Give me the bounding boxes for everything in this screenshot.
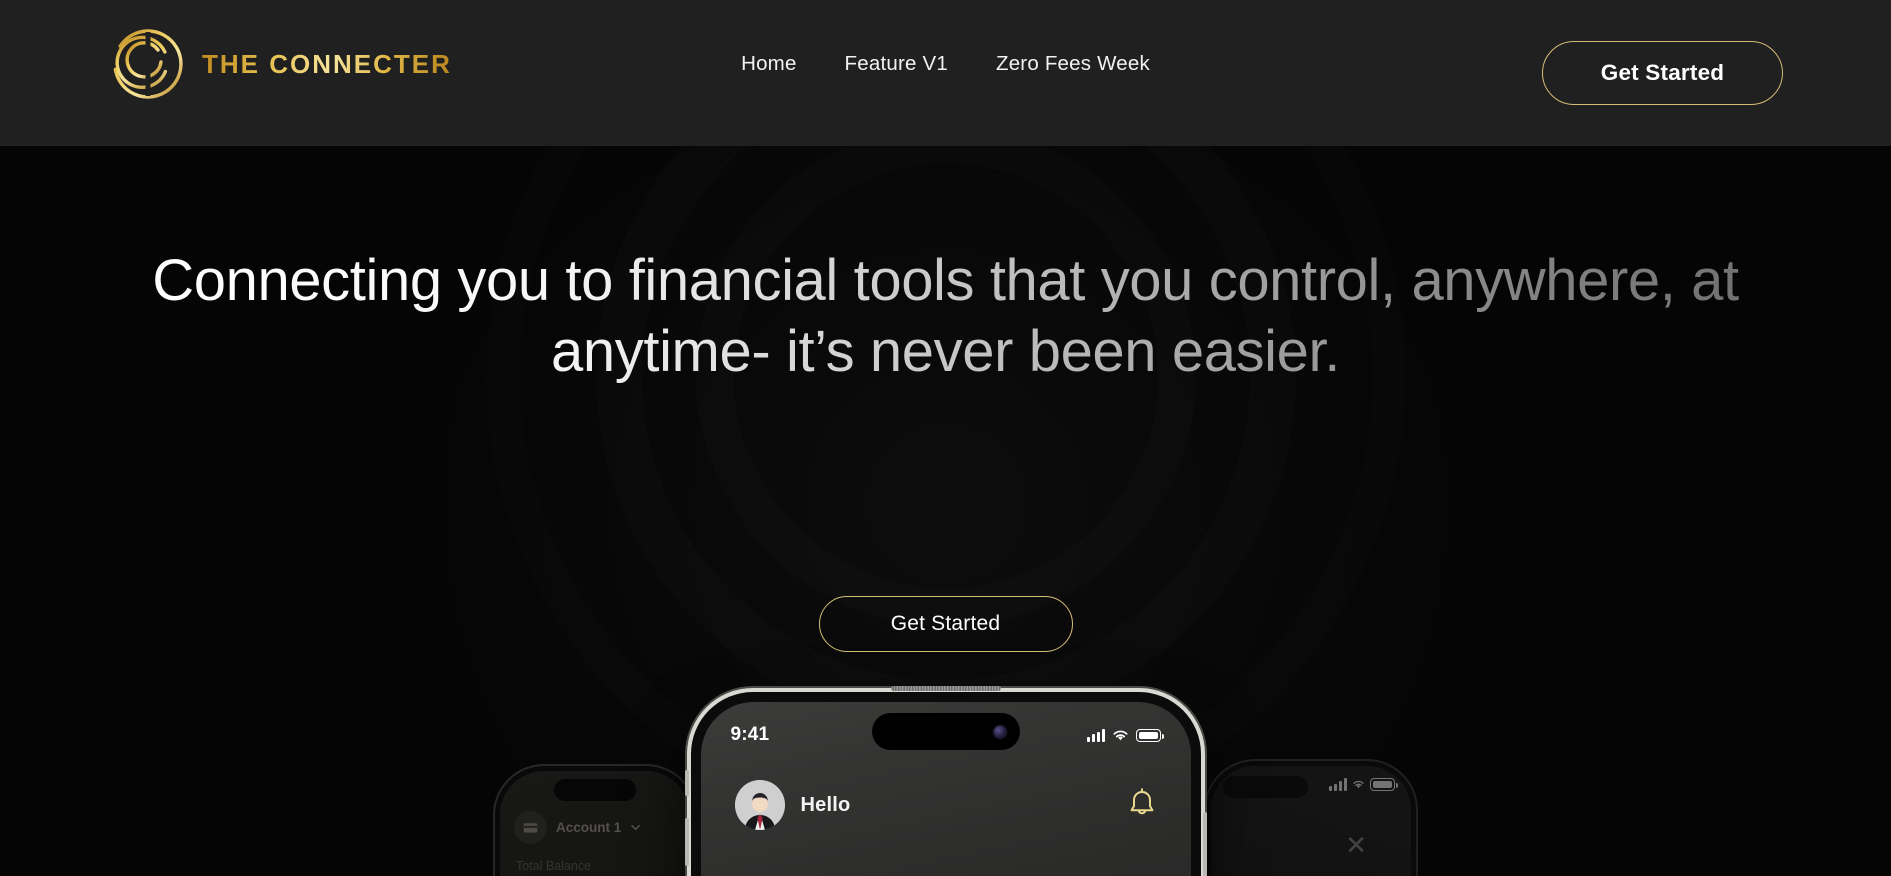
cellular-signal-icon: [1086, 728, 1105, 742]
notification-bell-icon[interactable]: [1127, 787, 1157, 824]
battery-full-icon: [1370, 778, 1398, 791]
site-header: THE CONNECTER Home Feature V1 Zero Fees …: [0, 0, 1891, 146]
account-selector[interactable]: Account 1: [514, 811, 641, 844]
battery-full-icon: [1135, 728, 1164, 742]
hero-section: Connecting you to financial tools that y…: [0, 146, 1891, 876]
status-time: 9:41: [730, 724, 770, 745]
close-x-icon[interactable]: ✕: [1345, 832, 1367, 858]
greeting-row: Hello: [701, 780, 1191, 830]
dynamic-island: [1223, 776, 1308, 798]
landing-page: THE CONNECTER Home Feature V1 Zero Fees …: [0, 0, 1891, 876]
background-phone-right: ✕: [1211, 766, 1411, 876]
brand-logo[interactable]: THE CONNECTER: [108, 24, 452, 104]
total-balance-label: Total Balance: [516, 859, 592, 873]
connecter-circle-logo-icon: [108, 24, 188, 104]
phone-mockup: 9:41 Hello: [684, 686, 1207, 876]
background-phone-left: Account 1 Total Balance $15,523.00 USD W…: [500, 771, 690, 876]
front-camera-icon: [993, 725, 1006, 738]
hero-headline: Connecting you to financial tools that y…: [116, 246, 1776, 388]
phone-power-button: [1202, 812, 1207, 876]
nav-item-home[interactable]: Home: [741, 52, 796, 76]
wifi-icon: [1112, 730, 1128, 740]
main-nav: Home Feature V1 Zero Fees Week: [741, 52, 1150, 76]
phone-status-bar: 9:41: [701, 702, 1191, 764]
account-name: Account 1: [556, 820, 622, 835]
greeting-text: Hello: [800, 793, 851, 816]
status-icons: [1329, 778, 1398, 791]
nav-item-feature-v1[interactable]: Feature V1: [845, 52, 948, 76]
dynamic-island: [554, 779, 636, 801]
phone-mute-switch: [684, 770, 689, 796]
hero-get-started-button[interactable]: Get Started: [818, 596, 1073, 652]
greeting-user: Hello: [734, 780, 851, 830]
nav-item-zero-fees-week[interactable]: Zero Fees Week: [996, 52, 1150, 76]
earpiece-grille: [890, 686, 1001, 691]
cellular-signal-icon: [1329, 778, 1347, 791]
card-icon: [514, 811, 547, 844]
status-indicators: [1086, 725, 1164, 742]
chevron-down-icon: [631, 824, 641, 831]
phone-volume-up-button: [684, 818, 689, 866]
phone-screen: 9:41 Hello: [700, 702, 1191, 876]
user-avatar[interactable]: [734, 780, 785, 830]
dynamic-island: [871, 713, 1020, 750]
wifi-icon: [1353, 780, 1364, 789]
header-get-started-button[interactable]: Get Started: [1542, 41, 1783, 105]
brand-name: THE CONNECTER: [202, 48, 452, 79]
